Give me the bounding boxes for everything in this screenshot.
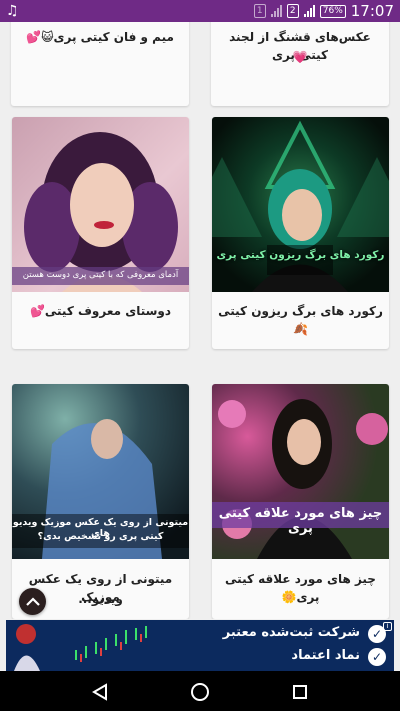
heart-emoji: 💗: [292, 50, 308, 64]
post-artwork: [212, 120, 389, 292]
post-title: دوستای معروف کیتی💕: [29, 304, 172, 318]
signal-icon: [303, 5, 315, 17]
ad-line1: شرکت ثبت‌شده معتبر: [222, 625, 360, 640]
post-title: چیز های مورد علاقه کیتی پری🌼: [225, 572, 376, 604]
post-artwork: [24, 132, 178, 292]
recents-icon: [293, 685, 307, 699]
image-caption: رکورد های برگ ریزون کیتی پری: [216, 249, 385, 261]
post-feed[interactable]: عکس‌های قشنگ از لجند کیتی پری 💗 میم و فا…: [0, 22, 400, 619]
status-time: 17:07: [350, 2, 394, 20]
recents-button[interactable]: [287, 679, 313, 705]
ad-info-icon[interactable]: i: [383, 622, 392, 631]
post-card[interactable]: میم و فان کیتی پری😺💕: [11, 22, 189, 106]
image-caption: آدمای معروفی که با کیتی پری دوست هستن: [22, 270, 179, 280]
post-card[interactable]: عکس‌های قشنگ از لجند کیتی پری 💗: [211, 22, 389, 106]
battery-indicator: 76%: [319, 4, 346, 18]
status-bar: ♫ 1 2 76% 17:07: [0, 0, 400, 22]
post-image[interactable]: آدمای معروفی که با کیتی پری دوست هستن: [12, 117, 189, 292]
post-title: رکورد های برگ ریزون کیتی🍂: [218, 304, 383, 336]
ad-line2: نماد اعتماد: [291, 648, 360, 663]
home-icon: [191, 683, 209, 701]
signal-icon: [270, 5, 282, 17]
post-image[interactable]: چیز های مورد علاقه کیتی پری: [212, 384, 389, 559]
image-caption: چیز های مورد علاقه کیتی پری: [218, 506, 383, 536]
ad-banner[interactable]: ✓ شرکت ثبت‌شده معتبر ✓ نماد اعتماد i: [6, 620, 394, 671]
post-image[interactable]: رکورد های برگ ریزون کیتی پری: [212, 117, 389, 292]
image-caption: کیتی پری رو تشخیص بدی؟: [37, 531, 164, 542]
chevron-up-icon: [25, 596, 40, 606]
post-card[interactable]: چیز های مورد علاقه کیتی پری چیز های مورد…: [212, 384, 389, 619]
home-button[interactable]: [187, 679, 213, 705]
sim2-badge: 2: [286, 4, 299, 18]
post-image[interactable]: میتونی از روی یک عکس موزیک ویدیو های کیت…: [12, 384, 189, 559]
back-button[interactable]: [87, 679, 113, 705]
back-icon: [92, 683, 107, 701]
ad-chart-graphic: [14, 624, 147, 671]
sim1-badge: 1: [253, 4, 266, 18]
system-nav-bar: [0, 671, 400, 711]
scroll-top-button[interactable]: [19, 588, 46, 615]
music-note-icon: ♫: [6, 3, 19, 19]
post-card[interactable]: میتونی از روی یک عکس موزیک ویدیو های کیت…: [12, 384, 189, 619]
post-card[interactable]: آدمای معروفی که با کیتی پری دوست هستن دو…: [12, 117, 189, 349]
post-card[interactable]: رکورد های برگ ریزون کیتی پری رکورد های ب…: [212, 117, 389, 349]
check-icon: ✓: [368, 648, 386, 666]
post-title: میم و فان کیتی پری😺💕: [26, 30, 174, 44]
